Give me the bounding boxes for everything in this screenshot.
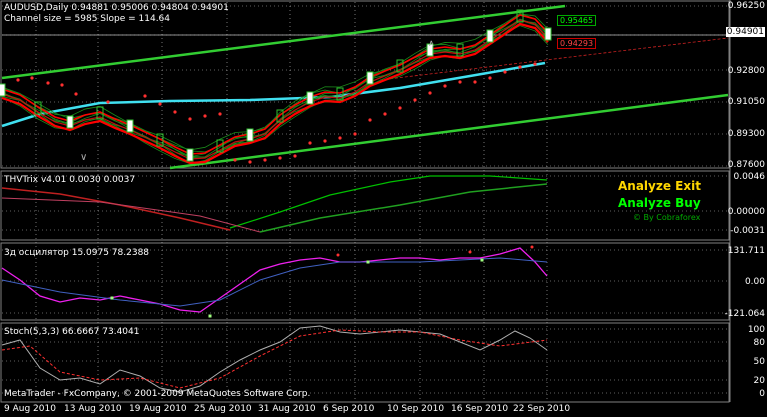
sar-dot	[158, 102, 162, 106]
osc-dot	[530, 245, 534, 249]
green-price-tag: 0.95465	[557, 15, 597, 26]
price-tick: 0.91050	[727, 97, 765, 107]
sar-dot	[263, 158, 267, 162]
candle	[544, 27, 552, 41]
osc-marker	[480, 258, 484, 262]
red-ma-line	[1, 22, 549, 165]
thv-tick: 0.0046	[733, 172, 766, 182]
osc-tick: 0.00	[744, 277, 765, 287]
stoch-tick: 50	[753, 357, 765, 367]
sar-dot	[428, 91, 432, 95]
brand-label: © By Cobraforex	[633, 213, 701, 222]
osc-dot	[468, 250, 472, 254]
sar-dot	[218, 112, 222, 116]
price-tick: 0.92800	[727, 66, 765, 76]
channel-info: Channel size = 5985 Slope = 114.64	[4, 14, 171, 24]
price-band-line	[1, 25, 549, 165]
price-tick: 0.87600	[727, 160, 765, 170]
arrow-marker: ∨	[80, 152, 87, 163]
sar-dot	[488, 76, 492, 80]
price-tick: 0.96250	[727, 1, 765, 11]
sar-dot	[278, 156, 282, 160]
sar-dot	[353, 132, 357, 136]
sar-dot	[383, 112, 387, 116]
sar-dot	[248, 160, 252, 164]
candle	[366, 71, 374, 85]
sar-dot	[46, 81, 50, 85]
candle	[66, 115, 74, 129]
stoch-title: Stoch(5,3,3) 66.6667 73.4041	[4, 327, 140, 337]
date-tick: 19 Aug 2010	[129, 404, 187, 414]
sar-dot	[323, 139, 327, 143]
osc-title: 3д осцилятор 15.0975 78.2388	[4, 248, 150, 258]
price-band-line	[1, 19, 549, 158]
sar-dot	[518, 65, 522, 69]
candle	[186, 148, 194, 162]
osc-marker	[110, 296, 114, 300]
stoch-tick: 20	[753, 376, 765, 386]
osc-marker	[366, 260, 370, 264]
date-tick: 22 Sep 2010	[513, 404, 571, 414]
analyze-exit-label: Analyze Exit	[618, 179, 701, 193]
osc-marker	[208, 314, 212, 318]
candle	[246, 128, 254, 142]
thv-tick: -0.0031	[730, 226, 765, 236]
sar-dot	[143, 94, 147, 98]
osc-tick: 131.711	[727, 246, 765, 256]
sar-dot	[308, 141, 312, 145]
arrow-marker: ∧	[428, 39, 435, 49]
thv-dark-green-line	[259, 183, 548, 233]
date-tick: 25 Aug 2010	[194, 404, 252, 414]
sar-dot	[16, 78, 20, 82]
date-tick: 31 Aug 2010	[258, 404, 316, 414]
copyright: MetaTrader - FxCompany, © 2001-2009 Meta…	[4, 389, 311, 399]
stoch-tick: 0	[759, 389, 765, 399]
date-tick: 16 Sep 2010	[451, 404, 509, 414]
current-price-label: 0.94901	[725, 27, 765, 37]
sar-dot	[533, 62, 537, 66]
channel-lower-line	[169, 93, 729, 170]
sar-dot	[458, 80, 462, 84]
red-ma-line	[1, 14, 549, 155]
stoch-tick: 80	[753, 338, 765, 348]
sar-dot	[30, 76, 34, 80]
date-tick: 13 Aug 2010	[64, 404, 122, 414]
red-ma-line	[1, 19, 549, 160]
osc-dot	[336, 253, 340, 257]
stoch-tick: 100	[747, 325, 765, 335]
thv-dark-line	[1, 197, 261, 233]
sar-dot	[106, 100, 110, 104]
candle	[126, 119, 134, 133]
sar-dot	[338, 136, 342, 140]
sar-dot	[60, 83, 64, 87]
thv-tick: 0.00000	[727, 207, 765, 217]
price-band-line	[1, 18, 549, 164]
date-tick: 6 Sep 2010	[323, 404, 375, 414]
sar-dot	[413, 98, 417, 102]
candle	[0, 83, 6, 97]
sar-dot	[368, 118, 372, 122]
symbol-title: AUDUSD,Daily 0.94881 0.95006 0.94804 0.9…	[4, 3, 229, 13]
red-price-tag: 0.94293	[557, 38, 597, 49]
sar-dot	[398, 106, 402, 110]
sar-dot	[203, 114, 207, 118]
sar-dot	[443, 84, 447, 88]
sar-dot	[188, 117, 192, 121]
sar-dot	[473, 80, 477, 84]
candle	[306, 91, 314, 105]
date-tick: 10 Sep 2010	[387, 404, 445, 414]
sar-dot	[233, 158, 237, 162]
candle	[486, 29, 494, 43]
date-tick: 9 Aug 2010	[4, 404, 56, 414]
sar-dot	[173, 110, 177, 114]
osc-tick: -121.064	[724, 309, 765, 319]
sar-dot	[74, 92, 78, 96]
thv-title: THVTrix v4.01 0.0030 0.0037	[4, 175, 136, 185]
sar-dot	[293, 154, 297, 158]
price-tick: 0.89300	[727, 129, 765, 139]
thv-green-line	[229, 175, 548, 229]
analyze-buy-label: Analyze Buy	[618, 196, 701, 210]
chart-window[interactable]: ∨ ∧ AUDUSD,Daily 0.94881 0.95006 0.94804 …	[0, 0, 767, 417]
sar-dot	[503, 70, 507, 74]
